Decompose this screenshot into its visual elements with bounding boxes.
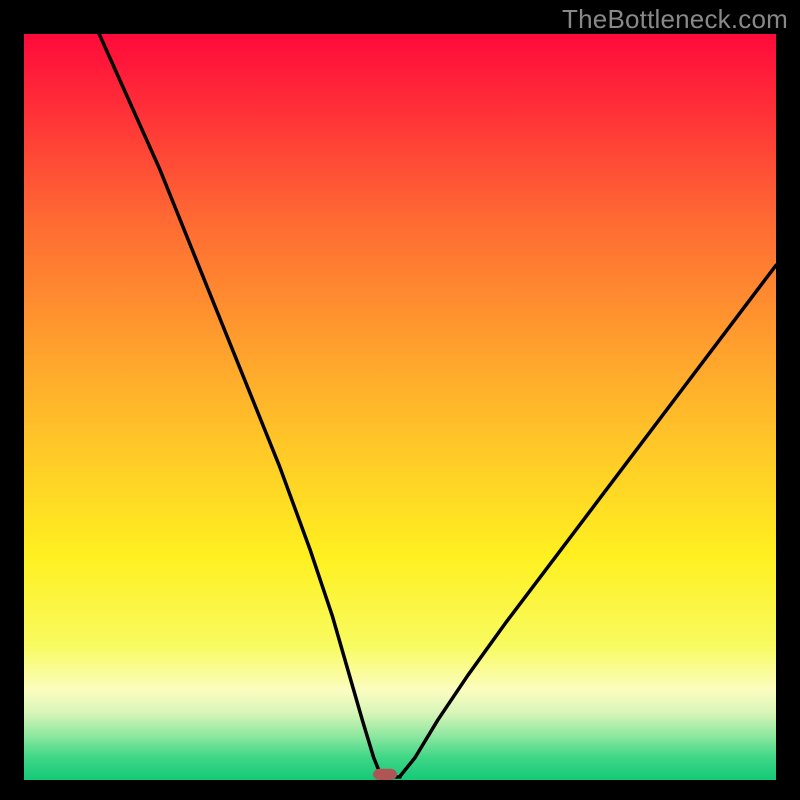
chart-container: TheBottleneck.com [0, 0, 800, 800]
plot-background [24, 34, 776, 780]
bottleneck-chart [0, 0, 800, 800]
watermark-text: TheBottleneck.com [562, 4, 788, 35]
optimal-marker [373, 769, 397, 780]
